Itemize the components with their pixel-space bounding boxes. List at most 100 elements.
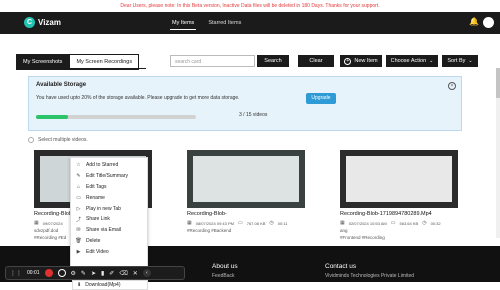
sort-by-label: Sort By xyxy=(447,58,466,64)
clock-icon: ◷ xyxy=(422,220,427,226)
footer-feedback-link[interactable]: FeedBack xyxy=(212,273,235,279)
context-menu-item[interactable]: ✎ Edit Title/Summary xyxy=(71,171,147,182)
grid-icon[interactable]: ⋮⋮ xyxy=(10,270,22,277)
storage-title: Available Storage xyxy=(36,82,87,88)
app-name: Vizam xyxy=(38,18,61,27)
recorder-time: 00:01 xyxy=(27,270,40,276)
card-name-line: ang xyxy=(340,228,348,233)
recorder-toolbar: ⋮⋮ 00:01 ⚙ ✎ ➤ ▮ ✐ ⌫ ✕ ‹ xyxy=(5,266,185,280)
star-icon: ☆ xyxy=(76,162,81,169)
card-meta: ▦ 08/07/2024 09:43 PM ▭ 767.08 KB ◷ 00:1… xyxy=(187,220,305,226)
page-scrollbar[interactable] xyxy=(496,68,500,238)
storage-progress-fill xyxy=(36,115,68,119)
choose-action-dropdown[interactable]: Choose Action ⌄ xyxy=(386,55,438,67)
calendar-icon: ▦ xyxy=(34,220,39,226)
recording-thumbnail[interactable] xyxy=(340,150,458,208)
card-title: Recording-Blob-1719894780289.Mp4 xyxy=(340,211,432,217)
chevron-down-icon: ⌄ xyxy=(468,58,473,64)
search-button[interactable]: Search xyxy=(257,55,289,67)
footer-about-link[interactable]: About us xyxy=(212,263,238,270)
context-menu-label: Play in new Tab xyxy=(86,205,121,212)
card-title: Recording-Blob- xyxy=(187,211,227,217)
rename-icon: ▭ xyxy=(76,194,81,201)
close-icon[interactable]: × xyxy=(448,82,456,90)
card-size: 563.64 KB xyxy=(399,220,419,226)
video-icon: ▶ xyxy=(76,248,81,255)
cursor-icon[interactable]: ➤ xyxy=(91,270,96,277)
context-menu-label: Edit Title/Summary xyxy=(86,173,128,180)
nav-tab-starred-items[interactable]: Starred Items xyxy=(206,17,243,29)
top-navbar: C Vizam My Items Starred Items 🔔 xyxy=(0,12,500,34)
edit-icon: ✎ xyxy=(76,173,81,180)
highlighter-icon[interactable]: ✐ xyxy=(109,270,114,277)
recording-card[interactable]: Recording-Blob-1719894780289.Mp4 ▦ 02/07… xyxy=(340,150,458,240)
nav-tab-my-items[interactable]: My Items xyxy=(170,17,197,30)
context-menu-label: Rename xyxy=(86,194,105,201)
storage-usage-text: 3 / 15 videos xyxy=(239,112,268,118)
card-duration: 00:11 xyxy=(277,220,288,226)
nav-icons: 🔔 xyxy=(469,17,494,28)
email-icon: ✉ xyxy=(76,227,81,234)
storage-panel: Available Storage × You have used upto 2… xyxy=(28,76,462,131)
play-icon: ▷ xyxy=(76,205,81,212)
context-menu-label: Share via Email xyxy=(86,227,122,234)
pause-icon[interactable] xyxy=(57,269,66,277)
share-link-icon: ⤴ xyxy=(75,216,81,223)
context-menu-item[interactable]: ▷ Play in new Tab xyxy=(71,203,147,214)
trash-icon: 🗑 xyxy=(75,237,82,244)
marker-icon[interactable]: ▮ xyxy=(101,270,104,277)
user-avatar-icon[interactable] xyxy=(483,17,494,28)
context-menu-label: Share Link xyxy=(86,216,110,223)
settings-icon[interactable]: ⚙ xyxy=(71,270,76,277)
collapse-icon[interactable]: ‹ xyxy=(142,269,151,277)
new-item-button[interactable]: + New Item xyxy=(340,55,382,67)
recording-card[interactable]: Recording-Blob- ▦ 08/07/2024 09:43 PM ▭ … xyxy=(187,150,305,233)
recording-thumbnail[interactable] xyxy=(187,150,305,208)
pen-icon[interactable]: ✎ xyxy=(81,270,86,277)
plus-icon: + xyxy=(344,57,352,65)
beta-notice-banner: Dear Users, please note: In this Beta ve… xyxy=(0,0,500,12)
app-logo[interactable]: C Vizam xyxy=(24,17,61,28)
context-menu-label: Add to Starred xyxy=(86,162,119,169)
context-menu-item[interactable]: ☆ Add to Starred xyxy=(71,160,147,171)
clock-icon: ◷ xyxy=(269,220,274,226)
tag-icon: ⌂ xyxy=(76,183,81,190)
card-tags: #Frontend #Recording xyxy=(340,235,385,240)
card-size: 767.08 KB xyxy=(246,220,266,226)
app-frame: C Vizam My Items Starred Items 🔔 My Scre… xyxy=(0,12,500,290)
search-input[interactable]: search card xyxy=(170,55,255,67)
context-menu-item[interactable]: ⤴ Share Link xyxy=(71,214,147,225)
storage-icon: ▭ xyxy=(390,220,396,226)
storage-message: You have used upto 20% of the storage av… xyxy=(36,95,240,101)
nav-tabs: My Items Starred Items xyxy=(170,12,243,34)
select-multiple-row[interactable]: Select multiple videos. xyxy=(28,137,88,143)
tab-underline xyxy=(16,68,146,69)
card-date: 08/07/2024 09:43 PM xyxy=(195,220,234,226)
context-menu-item[interactable]: ▭ Rename xyxy=(71,192,147,203)
footer-company-name: Vividminds Technologies Private Limited xyxy=(325,273,415,279)
context-menu-label: Edit Video xyxy=(86,248,109,255)
context-menu-item[interactable]: ▶ Edit Video xyxy=(71,246,147,257)
sort-by-dropdown[interactable]: Sort By ⌄ xyxy=(442,55,478,67)
footer-contact-title: Contact us xyxy=(325,263,357,270)
card-duration: 00:32 xyxy=(430,220,441,226)
context-menu-label: Delete xyxy=(86,237,101,244)
select-multiple-radio[interactable] xyxy=(28,137,34,143)
new-item-label: New Item xyxy=(354,58,378,64)
storage-icon: ▭ xyxy=(238,220,243,226)
bell-icon[interactable]: 🔔 xyxy=(469,17,479,27)
card-date: 02/07/2024 10:53 AM xyxy=(348,220,387,226)
download-icon: ⬇ xyxy=(77,282,82,288)
stop-record-icon[interactable] xyxy=(44,269,53,277)
context-menu: ☆ Add to Starred ✎ Edit Title/Summary ⌂ Edit … xyxy=(70,157,148,267)
context-menu-label: Edit Tags xyxy=(86,183,107,190)
clear-drawing-icon[interactable]: ✕ xyxy=(133,270,138,277)
eraser-icon[interactable]: ⌫ xyxy=(119,270,127,277)
logo-icon: C xyxy=(24,17,35,28)
upgrade-button[interactable]: Upgrade xyxy=(306,93,336,104)
clear-button[interactable]: Clear xyxy=(298,55,334,67)
context-menu-item[interactable]: ⌂ Edit Tags xyxy=(71,182,147,193)
context-menu-item[interactable]: 🗑 Delete xyxy=(71,236,147,247)
context-menu-item[interactable]: ✉ Share via Email xyxy=(71,225,147,236)
card-meta: ▦ 02/07/2024 10:53 AM ▭ 563.64 KB ◷ 00:3… xyxy=(340,220,458,226)
